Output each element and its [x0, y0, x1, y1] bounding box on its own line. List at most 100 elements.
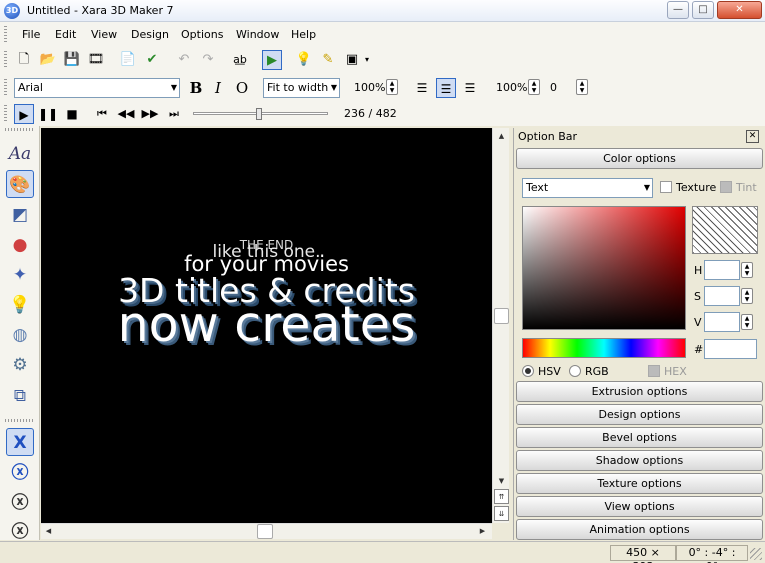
scroll-up-icon[interactable]: ▲	[494, 129, 509, 144]
frame-counter: 236 / 482	[344, 107, 397, 120]
menu-help[interactable]: Help	[291, 28, 316, 41]
menu-design[interactable]: Design	[131, 28, 169, 41]
menu-edit[interactable]: Edit	[55, 28, 76, 41]
texture-label: Texture	[676, 181, 717, 194]
tool-box: Aa 🎨 ◩ ● ✦ 💡 ◍ ⚙ ⧉ X ⓧ ⓧ ⓧ	[0, 126, 40, 542]
saturation-spinner[interactable]: ▲ ▼	[741, 288, 753, 304]
play-icon[interactable]: ▶	[14, 104, 34, 124]
menu-view[interactable]: View	[91, 28, 117, 41]
scale-value[interactable]: 100%	[496, 81, 527, 94]
resize-grip-icon[interactable]	[750, 548, 762, 560]
animation-options-button[interactable]: Animation options	[516, 519, 763, 540]
export-movie-icon[interactable]: 🎞	[86, 50, 106, 70]
scale-spinner[interactable]: ▲ ▼	[528, 79, 540, 95]
tint-checkbox[interactable]	[720, 181, 732, 193]
bevel-icon[interactable]: ●	[6, 231, 34, 259]
stop-icon[interactable]: ■	[62, 104, 82, 124]
value-field[interactable]	[704, 312, 740, 332]
save-icon[interactable]: 💾	[62, 50, 82, 70]
chevron-down-icon[interactable]: ▾	[365, 55, 369, 64]
menu-options[interactable]: Options	[181, 28, 223, 41]
canvas-line-5: now creates	[117, 296, 416, 353]
spacing-value[interactable]: 0	[550, 81, 557, 94]
light-bulb-icon[interactable]: 💡	[294, 50, 314, 70]
new-file-icon[interactable]: 🗋	[14, 50, 34, 70]
align-left-icon[interactable]: ☰	[412, 78, 432, 98]
saturation-field[interactable]	[704, 286, 740, 306]
scroll-page-up-icon[interactable]: ⇈	[494, 489, 509, 504]
bevel-options-button[interactable]: Bevel options	[516, 427, 763, 448]
hex-field[interactable]	[704, 339, 757, 359]
lighting-icon[interactable]: 💡	[6, 291, 34, 319]
previous-frame-icon[interactable]: ◀◀	[116, 104, 136, 124]
horizontal-scroll-thumb[interactable]	[257, 524, 273, 539]
color-bulb-icon[interactable]: ✎	[318, 50, 338, 70]
extrusion-icon[interactable]: ◩	[6, 201, 34, 229]
scroll-right-icon[interactable]: ▶	[475, 524, 490, 539]
shadow-icon[interactable]: ⚙	[6, 351, 34, 379]
maximize-button[interactable]: □	[692, 1, 714, 19]
menu-window[interactable]: Window	[236, 28, 279, 41]
rgb-radio[interactable]	[569, 365, 581, 377]
texture-checkbox[interactable]	[660, 181, 672, 193]
x-swing-icon[interactable]: ⓧ	[6, 489, 34, 517]
design-options-button[interactable]: Design options	[516, 404, 763, 425]
hsv-radio[interactable]	[522, 365, 534, 377]
play-animation-icon[interactable]: ▶	[262, 50, 282, 70]
italic-button[interactable]: I	[208, 78, 228, 98]
align-center-icon[interactable]: ☰	[436, 78, 456, 98]
spacing-spinner[interactable]: ▲ ▼	[576, 79, 588, 95]
color-palette-icon[interactable]: 🎨	[6, 170, 34, 198]
value-spinner[interactable]: ▲ ▼	[741, 314, 753, 330]
import-check-icon[interactable]: ✔	[142, 50, 162, 70]
hue-slider[interactable]	[522, 338, 686, 358]
view-options-button[interactable]: View options	[516, 496, 763, 517]
fit-select[interactable]: Fit to width ▼	[263, 78, 340, 98]
import-shape-icon[interactable]: 📄	[118, 50, 138, 70]
pause-icon[interactable]: ❚❚	[38, 104, 58, 124]
color-target-select[interactable]: Text ▼	[522, 178, 653, 198]
vertical-scroll-thumb[interactable]	[494, 308, 509, 324]
color-options-button[interactable]: Color options	[516, 148, 763, 169]
text-tool-icon[interactable]: Aa	[6, 140, 34, 168]
hue-field[interactable]	[704, 260, 740, 280]
design-canvas[interactable]: THE END like this one. for your movies 3…	[41, 128, 492, 523]
scroll-down-icon[interactable]: ▼	[494, 474, 509, 489]
horizontal-scrollbar[interactable]: ◀ ▶	[41, 523, 492, 539]
texture-options-button[interactable]: Texture options	[516, 473, 763, 494]
view-frame-icon[interactable]: ▣	[342, 50, 362, 70]
design-icon[interactable]: ✦	[6, 261, 34, 289]
redo-icon[interactable]: ↷	[198, 50, 218, 70]
open-folder-icon[interactable]: 📂	[38, 50, 58, 70]
zoom-spinner[interactable]: ▲ ▼	[386, 79, 398, 95]
outline-button[interactable]: O	[232, 78, 252, 98]
align-right-icon[interactable]: ☰	[460, 78, 480, 98]
saturation-value-picker[interactable]	[522, 206, 686, 330]
vertical-scrollbar[interactable]: ▲ ▼ ⇈ ⇊	[492, 128, 509, 523]
timeline-slider[interactable]	[256, 108, 263, 120]
scroll-page-down-icon[interactable]: ⇊	[494, 506, 509, 521]
font-select[interactable]: Arial ▼	[14, 78, 180, 98]
texture-icon[interactable]: ◍	[6, 321, 34, 349]
first-frame-icon[interactable]: ⏮	[92, 104, 112, 124]
scroll-left-icon[interactable]: ◀	[41, 524, 56, 539]
undo-icon[interactable]: ↶	[174, 50, 194, 70]
animation-icon[interactable]: ⧉	[6, 382, 34, 410]
hex-checkbox[interactable]	[648, 365, 660, 377]
shadow-options-button[interactable]: Shadow options	[516, 450, 763, 471]
hsv-label: HSV	[538, 365, 561, 378]
spell-text-icon[interactable]: a͟b	[230, 50, 250, 70]
last-frame-icon[interactable]: ⏭	[164, 104, 184, 124]
x-rotation-icon[interactable]: X	[6, 428, 34, 456]
extrusion-options-button[interactable]: Extrusion options	[516, 381, 763, 402]
minimize-button[interactable]: —	[667, 1, 689, 19]
bold-button[interactable]: B	[186, 78, 206, 98]
next-frame-icon[interactable]: ▶▶	[140, 104, 160, 124]
menu-file[interactable]: File	[22, 28, 40, 41]
hue-spinner[interactable]: ▲ ▼	[741, 262, 753, 278]
close-button[interactable]: ✕	[717, 1, 762, 19]
status-angles: 0° : -4° : 0°	[676, 545, 748, 563]
zoom-value[interactable]: 100%	[354, 81, 385, 94]
x-spin-icon[interactable]: ⓧ	[6, 459, 34, 487]
option-bar-close-icon[interactable]: ✕	[746, 130, 759, 143]
